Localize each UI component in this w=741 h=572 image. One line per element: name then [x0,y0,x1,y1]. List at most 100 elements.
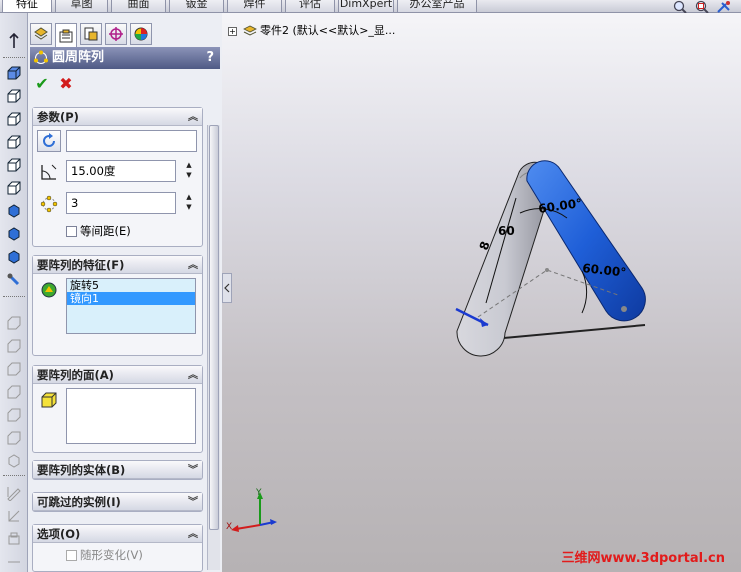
features-list[interactable]: 旋转5 镜向1 [66,278,196,334]
expand-icon[interactable]: ︾ [188,462,198,480]
tab-sheet-metal[interactable]: 钣金 [169,0,224,13]
help-button[interactable]: ? [206,47,214,69]
pin-icon[interactable] [4,31,24,51]
watermark: 三维网www.3dportal.cn [561,551,725,566]
page-title: 圆周阵列 [52,50,105,65]
geometry-pattern-row[interactable]: 随形变化(V) [66,548,143,562]
tab-evaluate[interactable]: 评估 [285,0,335,13]
equal-spacing-checkbox[interactable] [66,226,77,237]
collapse-arrows-icon [224,283,230,293]
sketch-icon [4,483,24,503]
chamfer-icon[interactable] [4,224,24,244]
curves-icon [4,529,24,549]
dome-icon [4,359,24,379]
dimxpert-icon[interactable] [105,23,127,45]
expand-icon[interactable]: ︾ [188,494,198,512]
y-axis-label: Y [255,488,262,498]
property-manager-icon[interactable] [55,23,77,47]
instances-field[interactable]: 3 [66,192,176,214]
bodies-to-pattern-group: 要阵列的实体(B) ︾ [32,460,203,480]
instances-icon [39,194,59,214]
tab-sketch[interactable]: 草图 [55,0,108,13]
group-header[interactable]: 参数(P) ︽ [33,108,202,126]
linear-pattern-icon [4,428,24,448]
pattern-axis-field[interactable] [66,130,197,152]
cancel-button[interactable]: ✖ [56,73,76,93]
end-point [621,306,627,312]
instances-stepper[interactable]: ▲ ▼ [183,192,195,214]
sweep-icon[interactable] [4,109,24,129]
configuration-manager-icon[interactable] [80,23,102,45]
wrap-icon [4,382,24,402]
options-group: 选项(O) ︽ 随形变化(V) [32,524,203,572]
radius-dimension[interactable]: 8 [477,239,493,252]
collapse-icon[interactable]: ︽ [188,526,198,544]
reference-geometry-icon [4,506,24,526]
tab-office-products[interactable]: 办公室产品 [397,0,477,13]
pattern-title-bar: 圆周阵列 ? [30,47,220,69]
faces-list[interactable] [66,388,196,444]
manager-tabs [28,23,222,47]
faces-to-pattern-group: 要阵列的面(A) ︽ [32,365,203,453]
instant3d-icon [4,552,24,572]
group-header[interactable]: 选项(O) ︽ [33,525,202,543]
view-orient-icon[interactable] [715,0,733,14]
center-point [545,268,549,272]
angle-field[interactable]: 15.00度 [66,160,176,182]
tab-features[interactable]: 特征 [2,0,52,13]
tab-dimxpert[interactable]: DimXpert [338,0,394,13]
length-dimension[interactable]: 60 [498,224,515,238]
loft-icon[interactable] [4,132,24,152]
fillet-icon[interactable] [4,201,24,221]
extrude-cut-icon[interactable] [4,155,24,175]
group-header[interactable]: 可跳过的实例(I) ︾ [33,493,202,511]
x-axis-label: X [226,522,232,532]
model-view: 60.00° 60.00° 60 8 Y X [226,160,646,532]
collapse-icon[interactable]: ︽ [188,257,198,275]
shell-icon[interactable] [4,247,24,267]
revolve-cut-icon[interactable] [4,178,24,198]
features-to-pattern-group: 要阵列的特征(F) ︽ 旋转5 镜向1 [32,255,203,356]
tab-surfaces[interactable]: 曲面 [111,0,166,13]
group-header[interactable]: 要阵列的面(A) ︽ [33,366,202,384]
circular-pattern-icon [33,50,49,66]
zoom-area-icon[interactable] [693,0,711,14]
extrude-boss-icon[interactable] [4,63,24,83]
group-header[interactable]: 要阵列的特征(F) ︽ [33,256,202,274]
reverse-direction-button[interactable] [37,130,61,152]
collapse-icon[interactable]: ︽ [188,367,198,385]
collapse-icon[interactable]: ︽ [188,109,198,127]
list-item[interactable]: 旋转5 [67,279,195,292]
command-manager-tabs: 特征 草图 曲面 钣金 焊件 评估 DimXpert 办公室产品 [0,0,741,14]
equal-spacing-label: 等间距(E) [80,224,131,238]
scrollbar-thumb[interactable] [209,125,219,530]
ok-button[interactable]: ✔ [32,73,52,93]
feature-select-icon [39,280,59,300]
circular-pattern-icon [4,451,24,471]
list-item[interactable]: 镜向1 [67,292,195,305]
revolve-boss-icon[interactable] [4,86,24,106]
group-header[interactable]: 要阵列的实体(B) ︾ [33,461,202,479]
tab-weldments[interactable]: 焊件 [227,0,282,13]
angle-stepper[interactable]: ▲ ▼ [183,160,195,182]
geometry-pattern-label: 随形变化(V) [80,548,143,562]
draft-icon [4,336,24,356]
face-select-icon [39,390,59,410]
display-manager-icon[interactable] [130,23,152,45]
rib-icon [4,313,24,333]
mirror-icon [4,405,24,425]
rotate-arrow-icon [43,133,55,147]
feature-manager-icon[interactable] [30,23,52,45]
angle-icon [39,162,59,182]
parameters-group: 参数(P) ︽ 15.00度 ▲ ▼ 3 ▲ ▼ 等间距(E) [32,107,203,247]
zoom-fit-icon[interactable] [671,0,689,14]
hole-wizard-icon[interactable] [4,270,24,290]
feature-toolbar [0,13,28,572]
equal-spacing-row[interactable]: 等间距(E) [66,224,131,238]
graphics-area[interactable]: + 零件2 (默认<<默认>_显... 60.00° 60.00° 60 8 Y… [222,13,741,572]
panel-scrollbar[interactable] [207,125,220,570]
panel-splitter-handle[interactable] [222,273,232,303]
geometry-pattern-checkbox[interactable] [66,550,77,561]
coordinate-triad: Y X [226,488,277,532]
skip-instances-group: 可跳过的实例(I) ︾ [32,492,203,512]
